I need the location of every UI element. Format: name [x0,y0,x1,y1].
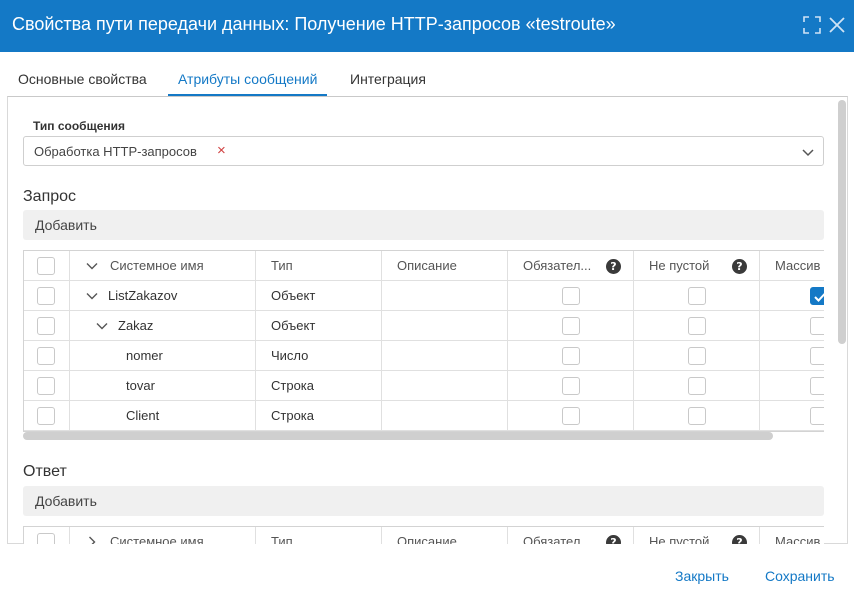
row-select-checkbox[interactable] [37,377,55,395]
select-all-checkbox[interactable] [37,533,55,544]
chevron-down-icon[interactable] [86,260,98,272]
close-icon[interactable] [827,15,847,35]
tab-integration[interactable]: Интеграция [350,64,426,96]
request-attributes-table: Системное имя Тип Описание Обязател... ?… [23,250,824,432]
array-checkbox[interactable] [810,287,824,305]
attribute-description [382,341,508,371]
attribute-type: Число [271,348,309,363]
attribute-type: Объект [271,288,316,303]
help-icon[interactable]: ? [732,535,747,544]
tab-strip: Основные свойства Атрибуты сообщений Инт… [8,64,848,96]
chevron-down-icon[interactable] [86,290,98,302]
column-header-nonempty[interactable]: Не пустой [649,527,709,544]
column-header-type[interactable]: Тип [271,527,293,544]
attribute-name: nomer [126,348,163,363]
required-checkbox[interactable] [562,317,580,335]
column-header-system-name[interactable]: Системное имя [110,251,204,281]
attribute-name: tovar [126,378,155,393]
table-row[interactable]: ListZakazov Объект [24,281,824,311]
message-type-value: Обработка HTTP-запросов [34,144,197,159]
nonempty-checkbox[interactable] [688,287,706,305]
column-header-type[interactable]: Тип [271,251,293,281]
help-icon[interactable]: ? [606,259,621,274]
attribute-name: Zakaz [118,318,154,333]
request-add-button[interactable]: Добавить [23,210,824,240]
attribute-name: Client [126,408,160,423]
column-header-description[interactable]: Описание [397,527,457,544]
required-checkbox[interactable] [562,377,580,395]
column-header-required[interactable]: Обязател... [523,527,591,544]
attribute-description [382,311,508,341]
array-checkbox[interactable] [810,317,824,335]
table-row[interactable]: nomer Число [24,341,824,371]
table-row[interactable]: tovar Строка [24,371,824,401]
row-select-checkbox[interactable] [37,407,55,425]
table-row[interactable]: Client Строка [24,401,824,431]
table-header-row: Системное имя Тип Описание Обязател... ?… [24,527,824,544]
chevron-down-icon[interactable] [96,320,108,332]
table-row[interactable]: Zakaz Объект [24,311,824,341]
row-select-checkbox[interactable] [37,287,55,305]
column-header-required[interactable]: Обязател... [523,251,591,281]
maximize-icon[interactable] [802,15,822,35]
column-header-nonempty[interactable]: Не пустой [649,251,709,281]
response-section-title: Ответ [23,463,67,480]
select-all-checkbox[interactable] [37,257,55,275]
help-icon[interactable]: ? [606,535,621,544]
chevron-right-icon[interactable] [86,536,98,544]
table-header-row: Системное имя Тип Описание Обязател... ?… [24,251,824,281]
close-button[interactable]: Закрыть [675,568,729,584]
dialog-title: Свойства пути передачи данных: Получение… [12,14,616,34]
nonempty-checkbox[interactable] [688,317,706,335]
checkmark-icon [814,293,824,302]
row-select-checkbox[interactable] [37,317,55,335]
nonempty-checkbox[interactable] [688,377,706,395]
required-checkbox[interactable] [562,347,580,365]
column-header-array[interactable]: Массив [775,251,820,281]
dialog-titlebar: Свойства пути передачи данных: Получение… [0,0,854,52]
attribute-type: Строка [271,408,315,423]
attribute-description [382,281,508,311]
nonempty-checkbox[interactable] [688,407,706,425]
nonempty-checkbox[interactable] [688,347,706,365]
required-checkbox[interactable] [562,407,580,425]
message-type-select[interactable]: Обработка HTTP-запросов × [23,136,824,166]
request-section-title: Запрос [23,188,77,205]
attribute-name: ListZakazov [108,288,178,303]
attribute-description [382,401,508,431]
horizontal-scrollbar[interactable] [23,432,773,440]
request-add-label: Добавить [35,217,97,233]
response-add-label: Добавить [35,493,97,509]
column-header-array[interactable]: Массив [775,527,820,544]
chevron-down-icon[interactable] [801,145,815,159]
message-type-label: Тип сообщения [33,119,126,133]
column-header-system-name[interactable]: Системное имя [110,527,204,544]
array-checkbox[interactable] [810,347,824,365]
array-checkbox[interactable] [810,377,824,395]
tab-main-properties[interactable]: Основные свойства [18,64,147,96]
clear-value-icon[interactable]: × [217,142,226,159]
response-attributes-table: Системное имя Тип Описание Обязател... ?… [23,526,824,544]
attribute-type: Строка [271,378,315,393]
array-checkbox[interactable] [810,407,824,425]
vertical-scrollbar[interactable] [838,100,846,344]
tab-message-attributes[interactable]: Атрибуты сообщений [168,64,328,96]
required-checkbox[interactable] [562,287,580,305]
column-header-description[interactable]: Описание [397,251,457,281]
help-icon[interactable]: ? [732,259,747,274]
row-select-checkbox[interactable] [37,347,55,365]
response-add-button[interactable]: Добавить [23,486,824,516]
attribute-description [382,371,508,401]
attribute-type: Объект [271,318,316,333]
save-button[interactable]: Сохранить [765,568,835,584]
